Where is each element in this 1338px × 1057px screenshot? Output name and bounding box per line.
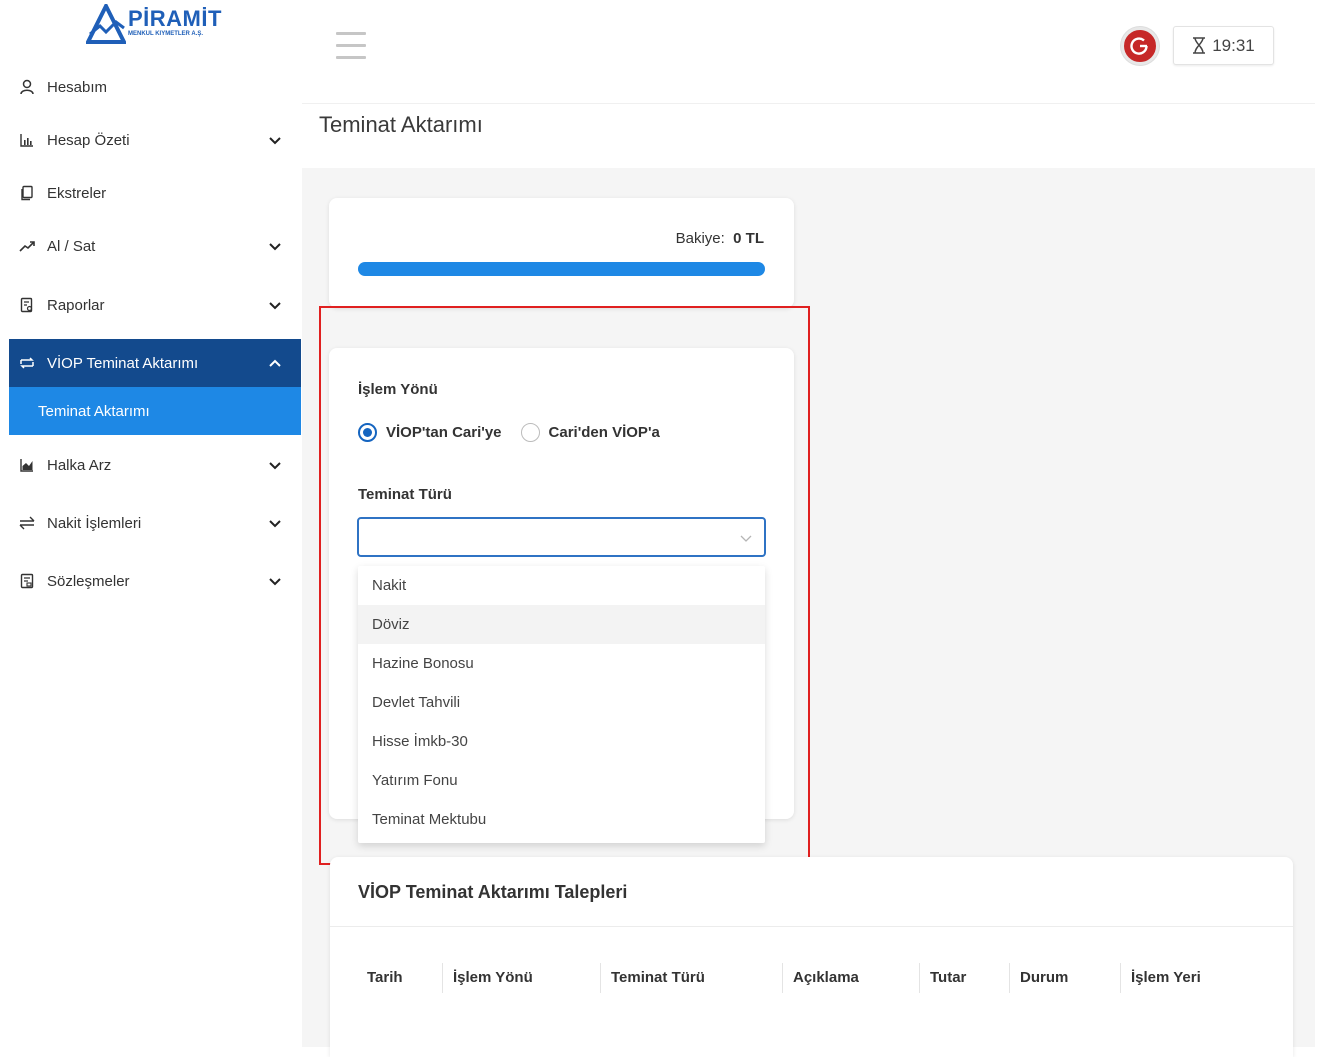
top-header: 19:31 <box>302 0 1315 104</box>
sidebar-subitem-teminat-aktarimi[interactable]: Teminat Aktarımı <box>9 387 301 435</box>
column-header-aciklama[interactable]: Açıklama <box>793 969 859 986</box>
sidebar-item-label: Ekstreler <box>47 184 107 202</box>
report-icon <box>9 297 47 313</box>
dropdown-option-hisse-imkb-30[interactable]: Hisse İmkb-30 <box>358 722 765 761</box>
sidebar-item-halka-arz[interactable]: Halka Arz <box>9 441 301 489</box>
requests-table-card: VİOP Teminat Aktarımı Talepleri Tarih İş… <box>330 857 1293 1057</box>
balance-display: Bakiye: 0 TL <box>676 230 764 247</box>
radio-label-cari-to-viop: Cari'den VİOP'a <box>548 424 660 441</box>
user-icon <box>9 79 47 95</box>
power-icon <box>1130 37 1148 55</box>
logout-button[interactable] <box>1121 27 1159 65</box>
chevron-down-icon <box>269 574 281 591</box>
column-header-islem-yonu[interactable]: İşlem Yönü <box>453 969 533 986</box>
column-header-tutar[interactable]: Tutar <box>930 969 966 986</box>
divider <box>330 926 1293 927</box>
collateral-type-select[interactable] <box>357 517 766 557</box>
chevron-down-icon <box>269 133 281 150</box>
sidebar-item-al-sat[interactable]: Al / Sat <box>9 222 301 270</box>
sidebar-item-label: Sözleşmeler <box>47 572 130 590</box>
dropdown-option-devlet-tahvili[interactable]: Devlet Tahvili <box>358 683 765 722</box>
brand-name: PİRAMİT <box>128 6 222 31</box>
dropdown-option-yatirim-fonu[interactable]: Yatırım Fonu <box>358 761 765 800</box>
sidebar-item-hesabim[interactable]: Hesabım <box>9 63 301 111</box>
column-header-teminat-turu[interactable]: Teminat Türü <box>611 969 705 986</box>
dropdown-option-hazine-bonosu[interactable]: Hazine Bonosu <box>358 644 765 683</box>
balance-progress-fill <box>358 262 765 276</box>
radio-label-viop-to-cari: VİOP'tan Cari'ye <box>386 424 502 441</box>
chevron-down-icon <box>740 531 752 549</box>
brand-logo[interactable]: PİRAMİT MENKUL KIYMETLER A.Ş. <box>84 1 226 46</box>
session-timer: 19:31 <box>1173 26 1274 65</box>
balance-progress-bar <box>358 262 765 276</box>
column-separator <box>1120 963 1121 993</box>
sidebar-item-nakit-islemleri[interactable]: Nakit İşlemleri <box>9 499 301 547</box>
balance-card: Bakiye: 0 TL <box>329 198 794 308</box>
contract-icon <box>9 573 47 589</box>
sidebar-item-label: VİOP Teminat Aktarımı <box>47 354 199 372</box>
column-header-islem-yeri[interactable]: İşlem Yeri <box>1131 969 1201 986</box>
direction-label: İşlem Yönü <box>358 381 438 398</box>
session-time: 19:31 <box>1212 35 1255 55</box>
hamburger-icon[interactable] <box>336 32 366 59</box>
sidebar-item-viop-teminat[interactable]: VİOP Teminat Aktarımı <box>9 339 301 387</box>
balance-value: 0 TL <box>733 230 764 247</box>
collateral-type-dropdown: Nakit Döviz Hazine Bonosu Devlet Tahvili… <box>358 566 765 843</box>
sidebar-item-label: Raporlar <box>47 296 105 314</box>
chevron-down-icon <box>269 458 281 475</box>
piramit-logo-icon <box>84 1 128 44</box>
sidebar-item-raporlar[interactable]: Raporlar <box>9 281 301 329</box>
dropdown-option-teminat-mektubu[interactable]: Teminat Mektubu <box>358 800 765 839</box>
bar-chart-icon <box>9 132 47 148</box>
column-header-durum[interactable]: Durum <box>1020 969 1068 986</box>
balance-label: Bakiye: <box>675 230 725 247</box>
radio-cari-to-viop[interactable] <box>520 423 540 442</box>
chevron-down-icon <box>269 239 281 256</box>
exchange-icon <box>9 515 47 531</box>
sidebar-item-label: Halka Arz <box>47 456 112 474</box>
sidebar-item-label: Al / Sat <box>47 237 96 255</box>
requests-table-title: VİOP Teminat Aktarımı Talepleri <box>358 882 628 902</box>
brand-subtitle: MENKUL KIYMETLER A.Ş. <box>128 31 204 37</box>
chevron-down-icon <box>269 298 281 315</box>
collateral-type-label: Teminat Türü <box>358 486 452 503</box>
sidebar-item-ekstreler[interactable]: Ekstreler <box>9 169 301 217</box>
sidebar-item-label: Nakit İşlemleri <box>47 514 142 532</box>
page-title: Teminat Aktarımı <box>319 112 483 137</box>
sidebar-item-label: Hesabım <box>47 78 108 96</box>
column-separator <box>600 963 601 993</box>
sidebar-item-hesap-ozeti[interactable]: Hesap Özeti <box>9 116 301 164</box>
dropdown-option-doviz[interactable]: Döviz <box>358 605 765 644</box>
chevron-up-icon <box>269 356 281 373</box>
column-separator <box>1009 963 1010 993</box>
sidebar: PİRAMİT MENKUL KIYMETLER A.Ş. Hesabım He… <box>0 0 301 1047</box>
area-chart-icon <box>9 457 47 473</box>
column-separator <box>919 963 920 993</box>
document-copy-icon <box>9 185 47 201</box>
sidebar-item-sozlesmeler[interactable]: Sözleşmeler <box>9 557 301 605</box>
transfer-icon <box>9 355 47 371</box>
column-header-tarih[interactable]: Tarih <box>367 969 403 986</box>
radio-viop-to-cari[interactable] <box>358 423 377 442</box>
sidebar-item-label: Hesap Özeti <box>47 131 130 149</box>
trend-line-icon <box>9 238 47 254</box>
hourglass-icon <box>1193 37 1206 54</box>
direction-radio-group: VİOP'tan Cari'ye Cari'den VİOP'a <box>358 423 660 442</box>
column-separator <box>782 963 783 993</box>
column-separator <box>442 963 443 993</box>
chevron-down-icon <box>269 516 281 533</box>
dropdown-option-nakit[interactable]: Nakit <box>358 566 765 605</box>
